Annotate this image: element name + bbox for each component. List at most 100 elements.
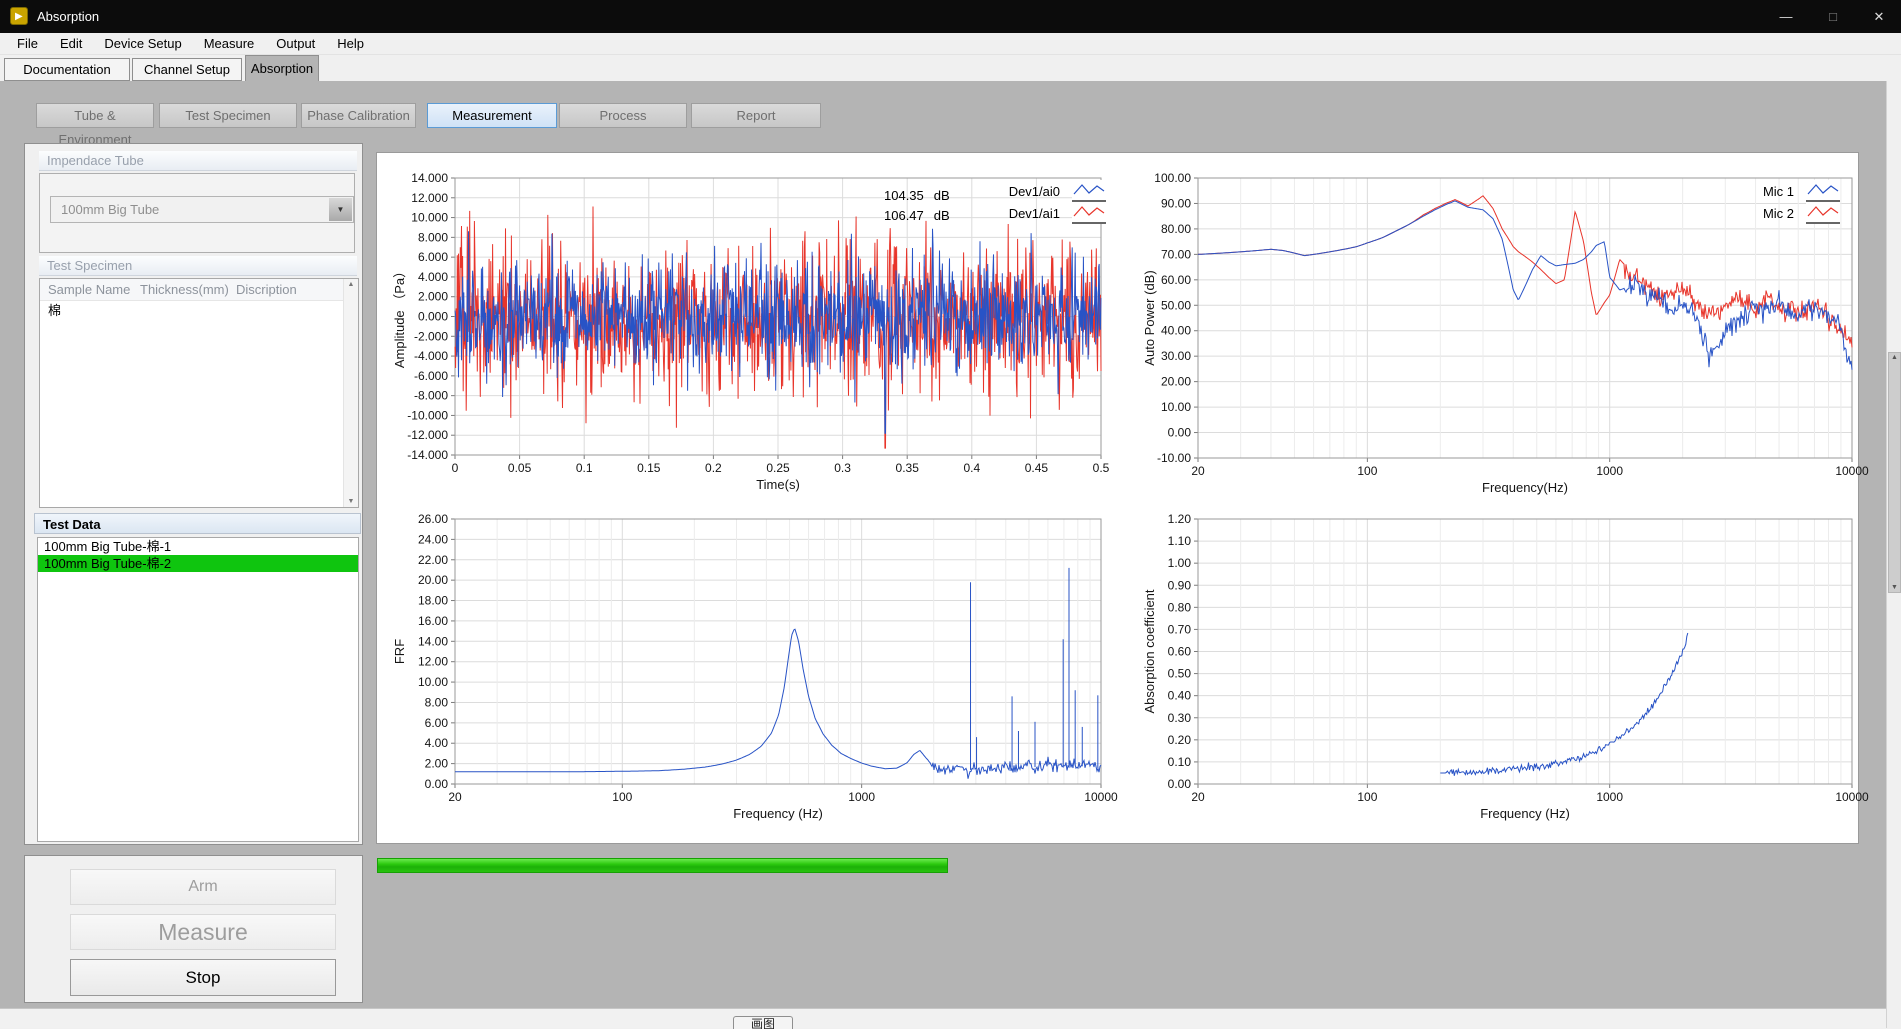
scroll-down-icon[interactable]: ▼ (344, 498, 358, 505)
column-sample-name[interactable]: Sample Name (40, 279, 132, 300)
subtab-test-specimen[interactable]: Test Specimen (159, 103, 297, 128)
svg-text:12.000: 12.000 (411, 191, 448, 205)
svg-text:-8.000: -8.000 (414, 389, 448, 403)
impedance-tube-selected-value: 100mm Big Tube (61, 197, 159, 222)
svg-text:0.35: 0.35 (896, 461, 920, 475)
svg-text:0.15: 0.15 (637, 461, 661, 475)
maximize-button[interactable]: □ (1810, 0, 1856, 33)
legend-dev1-ai1[interactable]: Dev1/ai1 (1000, 203, 1106, 223)
tab-documentation[interactable]: Documentation (4, 58, 130, 81)
legend-mic2[interactable]: Mic 2 (1748, 203, 1840, 223)
test-data-item-1[interactable]: 100mm Big Tube-棉-1 (38, 538, 358, 555)
svg-text:18.00: 18.00 (418, 594, 448, 608)
subtab-phase-calibration[interactable]: Phase Calibration (301, 103, 416, 128)
svg-text:100: 100 (1357, 790, 1377, 804)
legend-dev1-ai0[interactable]: Dev1/ai0 (1000, 181, 1106, 201)
legend-label-ai0: Dev1/ai0 (1009, 184, 1060, 199)
frf-chart: 0.002.004.006.008.0010.0012.0014.0016.00… (390, 510, 1112, 830)
table-scrollbar[interactable]: ▲ ▼ (343, 279, 358, 507)
svg-text:0.50: 0.50 (1168, 667, 1192, 681)
svg-text:0.00: 0.00 (1168, 777, 1192, 791)
tab-absorption[interactable]: Absorption (245, 55, 319, 81)
svg-text:1.10: 1.10 (1168, 534, 1192, 548)
menu-file[interactable]: File (6, 33, 49, 54)
menu-device-setup[interactable]: Device Setup (93, 33, 192, 54)
legend-label-ai1: Dev1/ai1 (1009, 206, 1060, 221)
svg-text:10.00: 10.00 (418, 675, 448, 689)
svg-text:30.00: 30.00 (1161, 349, 1191, 363)
impedance-tube-header: Impendace Tube (39, 151, 357, 171)
legend-line-icon-mic2 (1806, 202, 1840, 224)
test-data-item-2-selected[interactable]: 100mm Big Tube-棉-2 (38, 555, 358, 572)
svg-text:6.000: 6.000 (418, 250, 448, 264)
svg-text:0.000: 0.000 (418, 310, 448, 324)
svg-text:1.00: 1.00 (1168, 556, 1192, 570)
scroll-up-icon[interactable]: ▲ (344, 281, 358, 288)
svg-text:0: 0 (452, 461, 459, 475)
legend-label-mic2: Mic 2 (1763, 206, 1794, 221)
svg-text:20: 20 (1191, 464, 1205, 478)
test-specimen-header: Test Specimen (39, 256, 357, 276)
svg-text:50.00: 50.00 (1161, 298, 1191, 312)
dropdown-arrow-icon[interactable]: ▼ (329, 198, 352, 221)
menu-help[interactable]: Help (326, 33, 375, 54)
subtab-process[interactable]: Process (559, 103, 687, 128)
vertical-scrollbar[interactable]: ▲ ▼ (1886, 81, 1901, 1028)
close-button[interactable]: ✕ (1856, 0, 1901, 33)
svg-text:80.00: 80.00 (1161, 222, 1191, 236)
menu-measure[interactable]: Measure (193, 33, 266, 54)
level-value-ai0: 104.35 (884, 188, 924, 203)
svg-text:1000: 1000 (1596, 464, 1623, 478)
bottom-tab-draw[interactable]: 画图 (733, 1016, 793, 1029)
svg-text:20: 20 (1191, 790, 1205, 804)
svg-text:24.00: 24.00 (418, 532, 448, 546)
minimize-button[interactable]: — (1763, 0, 1809, 33)
stop-button[interactable]: Stop (70, 959, 336, 996)
window-title: Absorption (37, 0, 99, 33)
measure-button[interactable]: Measure (70, 914, 336, 950)
column-discription[interactable]: Discription (228, 279, 358, 300)
progress-fill (377, 858, 948, 873)
impedance-tube-groupbox: 100mm Big Tube ▼ (39, 173, 355, 253)
subtab-tube-environment[interactable]: Tube & Environment (36, 103, 154, 128)
specimen-row[interactable]: 棉 (40, 301, 358, 320)
svg-text:26.00: 26.00 (418, 512, 448, 526)
subtab-report[interactable]: Report (691, 103, 821, 128)
svg-text:10000: 10000 (1835, 464, 1869, 478)
action-buttons-panel: Arm Measure Stop (24, 855, 363, 1003)
svg-text:20.00: 20.00 (418, 573, 448, 587)
svg-text:-12.000: -12.000 (407, 428, 448, 442)
column-thickness[interactable]: Thickness(mm) (132, 279, 228, 300)
svg-text:Time(s): Time(s) (756, 477, 800, 492)
sidebar-panel: Impendace Tube 100mm Big Tube ▼ Test Spe… (24, 143, 363, 845)
svg-text:0.20: 0.20 (1168, 733, 1192, 747)
legend-mic1[interactable]: Mic 1 (1748, 181, 1840, 201)
scrollbar-thumb[interactable]: ▲ ▼ (1888, 352, 1901, 593)
svg-text:20.00: 20.00 (1161, 375, 1191, 389)
menu-edit[interactable]: Edit (49, 33, 93, 54)
svg-text:0.60: 0.60 (1168, 645, 1192, 659)
scrollbar-up-icon[interactable]: ▲ (1889, 354, 1900, 361)
svg-text:14.000: 14.000 (411, 171, 448, 185)
legend-line-icon-mic1 (1806, 180, 1840, 202)
arm-button[interactable]: Arm (70, 869, 336, 905)
test-specimen-table-header: Sample Name Thickness(mm) Discription (40, 279, 358, 301)
svg-text:8.00: 8.00 (425, 695, 449, 709)
menu-output[interactable]: Output (265, 33, 326, 54)
level-value-ai1: 106.47 (884, 208, 924, 223)
svg-text:0.30: 0.30 (1168, 711, 1192, 725)
svg-text:0.1: 0.1 (576, 461, 593, 475)
labview-app-icon: ▶ (10, 7, 28, 25)
level-unit-ai0: dB (934, 188, 950, 203)
svg-text:8.000: 8.000 (418, 230, 448, 244)
tab-channel-setup[interactable]: Channel Setup (132, 58, 242, 81)
svg-text:100: 100 (612, 790, 632, 804)
svg-text:10.00: 10.00 (1161, 400, 1191, 414)
impedance-tube-dropdown[interactable]: 100mm Big Tube ▼ (50, 196, 354, 223)
svg-text:Amplitude （Pa）: Amplitude （Pa） (392, 265, 407, 368)
svg-text:14.00: 14.00 (418, 634, 448, 648)
subtab-measurement[interactable]: Measurement (427, 103, 557, 128)
svg-text:-10.00: -10.00 (1157, 451, 1191, 465)
scrollbar-down-icon[interactable]: ▼ (1889, 584, 1900, 591)
svg-text:0.00: 0.00 (425, 777, 449, 791)
